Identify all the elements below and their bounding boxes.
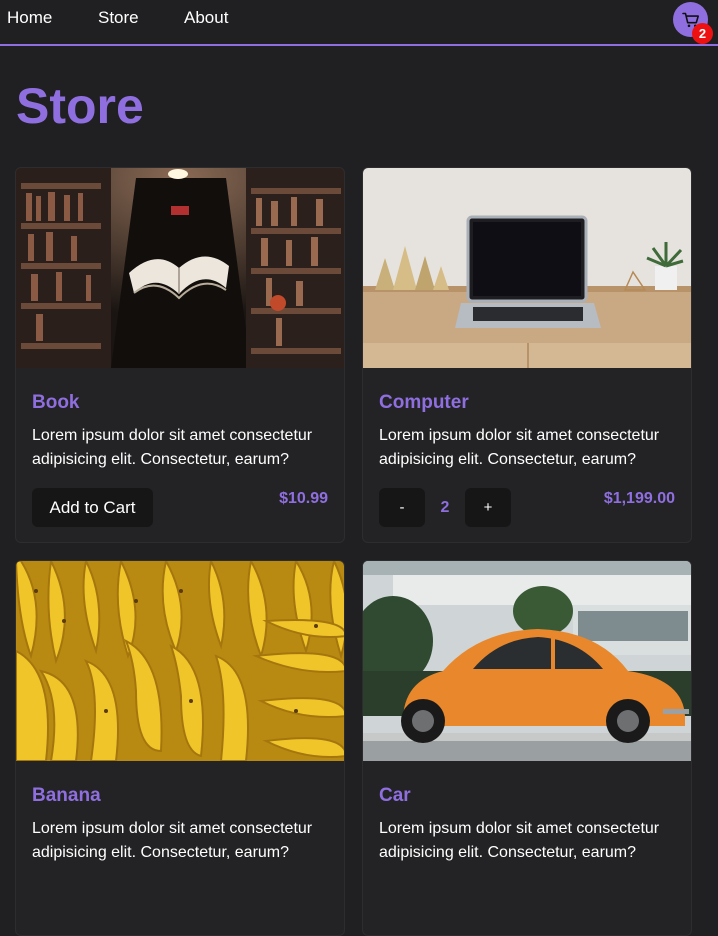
product-name: Banana — [32, 785, 101, 806]
computer-image — [363, 168, 691, 368]
product-card-book: Book Lorem ipsum dolor sit amet consecte… — [15, 167, 345, 543]
product-price: $1,199.00 — [603, 490, 675, 507]
product-name: Computer — [379, 392, 469, 413]
product-description: Lorem ipsum dolor sit amet consectetur a… — [379, 427, 660, 468]
product-description: Lorem ipsum dolor sit amet consectetur a… — [32, 427, 313, 468]
quantity-value: 2 — [440, 499, 450, 516]
decrement-quantity-button[interactable]: - — [379, 488, 425, 527]
product-card-car: Car Lorem ipsum dolor sit amet consectet… — [362, 560, 692, 936]
navbar: Home Store About 2 — [0, 0, 718, 46]
page-title: Store — [16, 78, 144, 134]
product-price: $10.99 — [279, 490, 328, 507]
nav-store-link[interactable]: Store — [98, 9, 139, 27]
add-to-cart-button[interactable]: Add to Cart — [32, 488, 153, 527]
nav-about-link[interactable]: About — [184, 9, 228, 27]
book-image — [16, 168, 344, 368]
product-description: Lorem ipsum dolor sit amet consectetur a… — [32, 820, 313, 861]
nav-home-link[interactable]: Home — [7, 9, 52, 27]
product-description: Lorem ipsum dolor sit amet consectetur a… — [379, 820, 660, 861]
product-name: Book — [32, 392, 80, 413]
product-card-computer: Computer Lorem ipsum dolor sit amet cons… — [362, 167, 692, 543]
product-name: Car — [379, 785, 411, 806]
increment-quantity-button[interactable]: + — [465, 488, 511, 527]
banana-image — [16, 561, 344, 761]
product-card-banana: Banana Lorem ipsum dolor sit amet consec… — [15, 560, 345, 936]
car-image — [363, 561, 691, 761]
cart-count-badge: 2 — [692, 23, 713, 44]
